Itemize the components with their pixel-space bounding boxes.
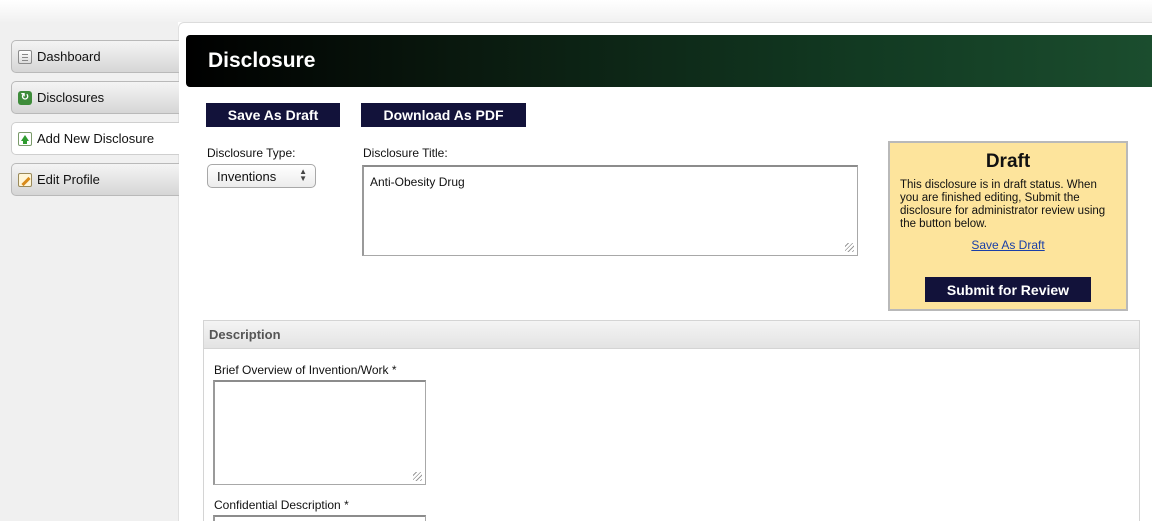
select-arrows-icon: ▲ ▼ (299, 167, 307, 183)
confidential-label: Confidential Description * (214, 498, 349, 512)
page-header: Disclosure (186, 35, 1152, 87)
sidebar-item-edit-profile[interactable]: Edit Profile (11, 163, 179, 196)
page-title: Disclosure (208, 49, 316, 72)
sidebar-item-disclosures[interactable]: ↻ Disclosures (11, 81, 179, 114)
edit-icon (18, 172, 32, 187)
description-heading: Description (204, 321, 1139, 349)
sidebar-item-label: Edit Profile (37, 172, 100, 187)
draft-heading: Draft (985, 151, 1031, 172)
disclosure-title-value: Anti-Obesity Drug (370, 175, 465, 189)
draft-message: This disclosure is in draft status. When… (900, 179, 1106, 230)
resize-handle[interactable] (413, 472, 422, 481)
disclosure-type-label: Disclosure Type: (207, 146, 296, 160)
overview-label: Brief Overview of Invention/Work * (214, 363, 397, 377)
disclosure-type-select[interactable]: Inventions ▲ ▼ (207, 164, 316, 188)
sidebar-item-label: Disclosures (37, 90, 105, 105)
top-strip (0, 0, 1152, 22)
save-as-draft-button[interactable]: Save As Draft (206, 103, 340, 127)
dashboard-icon (18, 49, 32, 64)
sidebar-item-label: Dashboard (37, 49, 101, 64)
add-icon (18, 131, 32, 146)
overview-field[interactable] (213, 380, 426, 485)
sidebar-item-label: Add New Disclosure (37, 131, 155, 146)
sidebar-item-dashboard[interactable]: Dashboard (11, 40, 179, 73)
disclosure-type-value: Inventions (217, 168, 277, 184)
resize-handle[interactable] (845, 243, 854, 252)
sidebar-item-add-new-disclosure[interactable]: Add New Disclosure (11, 122, 179, 155)
confidential-field[interactable] (213, 515, 426, 521)
disclosures-icon: ↻ (18, 90, 32, 105)
download-pdf-button[interactable]: Download As PDF (361, 103, 526, 127)
disclosure-title-label: Disclosure Title: (363, 146, 448, 160)
draft-status-panel: Draft This disclosure is in draft status… (888, 141, 1128, 311)
save-as-draft-link[interactable]: Save As Draft (890, 238, 1126, 252)
disclosure-title-field[interactable]: Anti-Obesity Drug (362, 165, 858, 256)
submit-for-review-button[interactable]: Submit for Review (925, 277, 1091, 302)
